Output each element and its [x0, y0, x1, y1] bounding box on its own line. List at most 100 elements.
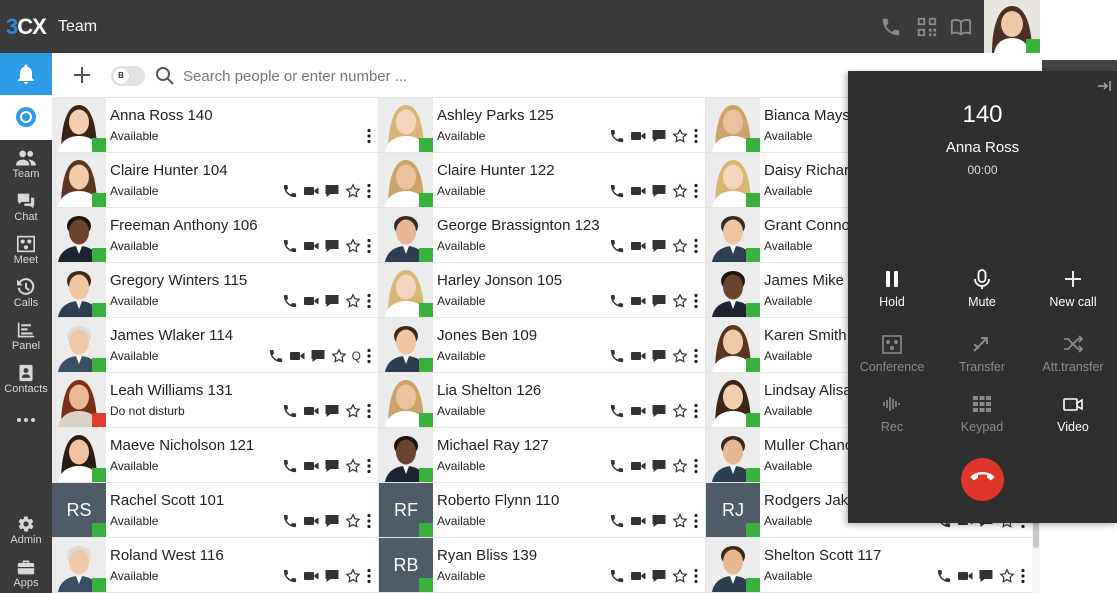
video-call-icon[interactable] [630, 183, 646, 199]
call-icon[interactable] [282, 403, 298, 419]
favorite-star-icon[interactable] [672, 458, 688, 474]
call-icon[interactable] [282, 458, 298, 474]
more-options-icon[interactable] [693, 238, 699, 254]
favorite-star-icon[interactable] [672, 403, 688, 419]
mute-button[interactable]: Mute [937, 268, 1027, 318]
call-icon[interactable] [282, 183, 298, 199]
sidebar-item-calls[interactable]: Calls [0, 272, 52, 314]
sidebar-item-admin[interactable]: Admin [0, 509, 52, 551]
chat-icon[interactable] [324, 183, 340, 199]
video-call-icon[interactable] [303, 238, 319, 254]
video-button[interactable]: Video [1028, 393, 1117, 443]
contact-card[interactable]: Maeve Nicholson 121 Available [52, 428, 379, 483]
sidebar-item-team[interactable]: Team [0, 143, 52, 185]
favorite-star-icon[interactable] [672, 568, 688, 584]
more-options-icon[interactable] [1020, 568, 1026, 584]
video-call-icon[interactable] [303, 513, 319, 529]
video-call-icon[interactable] [630, 403, 646, 419]
contact-card[interactable]: Anna Ross 140 Available [52, 98, 379, 153]
call-icon[interactable] [609, 183, 625, 199]
favorite-star-icon[interactable] [999, 568, 1015, 584]
conference-button[interactable]: Conference [847, 333, 937, 383]
more-options-icon[interactable] [366, 568, 372, 584]
contact-card[interactable]: Shelton Scott 117 Available [706, 538, 1032, 593]
call-icon[interactable] [282, 238, 298, 254]
contact-card[interactable]: Freeman Anthony 106 Available [52, 208, 379, 263]
call-icon[interactable] [282, 513, 298, 529]
hangup-button[interactable] [961, 458, 1004, 501]
phone-icon[interactable] [880, 16, 902, 38]
favorite-star-icon[interactable] [345, 513, 361, 529]
chat-icon[interactable] [324, 403, 340, 419]
presence-toggle[interactable]: B [111, 66, 145, 86]
video-call-icon[interactable] [630, 128, 646, 144]
sidebar-item-meet[interactable]: Meet [0, 229, 52, 271]
favorite-star-icon[interactable] [672, 513, 688, 529]
chat-icon[interactable] [651, 403, 667, 419]
user-avatar[interactable] [984, 0, 1040, 53]
call-icon[interactable] [268, 348, 284, 364]
contact-card[interactable]: James Wlaker 114 Available Q [52, 318, 379, 373]
qr-code-icon[interactable] [916, 16, 938, 38]
chat-icon[interactable] [651, 238, 667, 254]
chat-icon[interactable] [651, 128, 667, 144]
keypad-button[interactable]: Keypad [937, 393, 1027, 443]
contact-card[interactable]: RS Rachel Scott 101 Available [52, 483, 379, 538]
call-icon[interactable] [609, 348, 625, 364]
favorite-star-icon[interactable] [672, 348, 688, 364]
chrome-extension-button[interactable] [0, 95, 52, 140]
more-options-icon[interactable] [366, 183, 372, 199]
call-icon[interactable] [609, 238, 625, 254]
chat-icon[interactable] [324, 568, 340, 584]
call-icon[interactable] [609, 403, 625, 419]
transfer-button[interactable]: Transfer [937, 333, 1027, 383]
chat-icon[interactable] [310, 348, 326, 364]
contact-card[interactable]: Lia Shelton 126 Available [379, 373, 706, 428]
hold-button[interactable]: Hold [847, 268, 937, 318]
video-call-icon[interactable] [303, 183, 319, 199]
favorite-star-icon[interactable] [345, 403, 361, 419]
more-options-icon[interactable] [366, 293, 372, 309]
contact-card[interactable]: Michael Ray 127 Available [379, 428, 706, 483]
more-options-icon[interactable] [366, 513, 372, 529]
sidebar-item-panel[interactable]: Panel [0, 315, 52, 357]
favorite-star-icon[interactable] [345, 293, 361, 309]
favorite-star-icon[interactable] [672, 293, 688, 309]
search-input[interactable] [183, 64, 683, 88]
contact-card[interactable]: Jones Ben 109 Available [379, 318, 706, 373]
contact-card[interactable]: Harley Jonson 105 Available [379, 263, 706, 318]
chat-icon[interactable] [324, 513, 340, 529]
contact-card[interactable]: Leah Williams 131 Do not disturb [52, 373, 379, 428]
attended-transfer-button[interactable]: Att.transfer [1028, 333, 1117, 383]
contact-card[interactable]: Claire Hunter 104 Available [52, 153, 379, 208]
favorite-star-icon[interactable] [345, 183, 361, 199]
video-call-icon[interactable] [957, 568, 973, 584]
video-call-icon[interactable] [630, 513, 646, 529]
favorite-star-icon[interactable] [331, 348, 347, 364]
queue-icon[interactable]: Q [352, 349, 361, 363]
call-icon[interactable] [609, 513, 625, 529]
chat-icon[interactable] [978, 568, 994, 584]
video-call-icon[interactable] [303, 293, 319, 309]
video-call-icon[interactable] [303, 458, 319, 474]
more-options-button[interactable] [0, 408, 52, 432]
more-options-icon[interactable] [693, 293, 699, 309]
video-call-icon[interactable] [289, 348, 305, 364]
chat-icon[interactable] [651, 183, 667, 199]
notifications-button[interactable] [0, 53, 52, 95]
more-options-icon[interactable] [366, 128, 372, 144]
video-call-icon[interactable] [303, 403, 319, 419]
sidebar-item-contacts[interactable]: Contacts [0, 358, 52, 400]
more-options-icon[interactable] [366, 403, 372, 419]
more-options-icon[interactable] [693, 183, 699, 199]
chat-icon[interactable] [651, 458, 667, 474]
video-call-icon[interactable] [630, 293, 646, 309]
more-options-icon[interactable] [366, 238, 372, 254]
call-icon[interactable] [609, 568, 625, 584]
chat-icon[interactable] [324, 293, 340, 309]
more-options-icon[interactable] [693, 403, 699, 419]
favorite-star-icon[interactable] [345, 568, 361, 584]
contact-card[interactable]: Roland West 116 Available [52, 538, 379, 593]
chat-icon[interactable] [324, 238, 340, 254]
favorite-star-icon[interactable] [672, 238, 688, 254]
